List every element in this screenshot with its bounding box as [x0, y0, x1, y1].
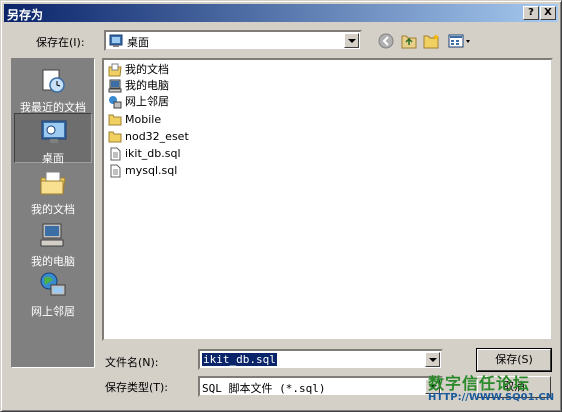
file-list[interactable]: 我的文档 我的电脑 网上邻居 Mobile nod32_eset ikit_db…: [102, 58, 553, 341]
place-recent-docs[interactable]: 我最近的文档: [14, 63, 92, 114]
new-folder-icon[interactable]: [422, 32, 442, 50]
folder-icon: [108, 114, 122, 126]
folder-icon: [108, 131, 122, 143]
place-network-places[interactable]: 网上邻居: [14, 267, 92, 318]
file-name: mysql.sql: [125, 164, 178, 177]
dialog-title: 另存为: [7, 8, 44, 22]
place-label: 网上邻居: [31, 305, 75, 318]
list-item[interactable]: Mobile: [106, 112, 161, 128]
filetype-value: SQL 脚本文件 (*.sql): [202, 382, 326, 395]
list-item[interactable]: 网上邻居: [106, 94, 169, 110]
save-in-dropdown[interactable]: 桌面: [104, 30, 362, 51]
filename-field[interactable]: ikit_db.sql: [198, 349, 443, 370]
watermark: 数字信任论坛 HTTP://WWW.SQ01.CN: [428, 368, 562, 412]
file-name: 我的文档: [125, 63, 169, 76]
up-folder-icon[interactable]: [399, 32, 419, 50]
places-bar: 我最近的文档 桌面 我的文档 我的电脑 网上邻居: [11, 58, 95, 368]
list-item[interactable]: nod32_eset: [106, 129, 189, 145]
back-icon[interactable]: [377, 32, 397, 50]
list-item[interactable]: 我的文档: [106, 62, 169, 78]
recent-docs-icon: [42, 69, 65, 93]
my-documents-icon: [40, 171, 66, 195]
filetype-dropdown[interactable]: SQL 脚本文件 (*.sql): [198, 376, 443, 397]
place-desktop[interactable]: 桌面: [14, 113, 92, 165]
save-in-value: 桌面: [127, 36, 149, 49]
list-item[interactable]: ikit_db.sql: [106, 146, 181, 162]
place-label: 我的文档: [31, 203, 75, 216]
watermark-title: 数字信任论坛: [428, 374, 531, 393]
file-name: Mobile: [125, 113, 162, 126]
my-computer-icon: [40, 223, 64, 247]
save-as-dialog: 另存为 ? X 保存在(I): 桌面 我最近的文档 桌面 我的文档 我的电脑 网…: [0, 0, 562, 412]
help-button[interactable]: ?: [523, 6, 539, 20]
desktop-icon: [109, 34, 123, 47]
filename-value: ikit_db.sql: [202, 353, 277, 366]
file-name: 网上邻居: [125, 95, 169, 108]
filetype-label: 保存类型(T):: [105, 381, 169, 394]
my-documents-icon: [108, 63, 122, 77]
place-label: 桌面: [42, 152, 64, 165]
network-places-icon: [40, 272, 66, 296]
list-item[interactable]: 我的电脑: [106, 78, 169, 94]
file-name: nod32_eset: [125, 130, 189, 143]
network-places-icon: [109, 96, 122, 109]
save-in-label: 保存在(I):: [36, 36, 85, 49]
watermark-url: HTTP://WWW.SQ01.CN: [428, 392, 555, 403]
file-icon: [110, 164, 121, 178]
place-my-computer[interactable]: 我的电脑: [14, 217, 92, 268]
view-menu-icon[interactable]: [447, 32, 473, 50]
file-name: ikit_db.sql: [125, 147, 181, 160]
chevron-down-icon[interactable]: [344, 33, 359, 48]
file-icon: [110, 147, 121, 161]
filename-label: 文件名(N):: [105, 356, 159, 369]
title-bar: 另存为 ? X: [4, 4, 558, 22]
chevron-down-icon[interactable]: [425, 352, 440, 367]
my-computer-icon: [108, 79, 122, 93]
close-button[interactable]: X: [540, 6, 556, 20]
list-item[interactable]: mysql.sql: [106, 163, 177, 179]
file-name: 我的电脑: [125, 79, 169, 92]
place-my-documents[interactable]: 我的文档: [14, 165, 92, 216]
desktop-icon: [41, 120, 67, 143]
